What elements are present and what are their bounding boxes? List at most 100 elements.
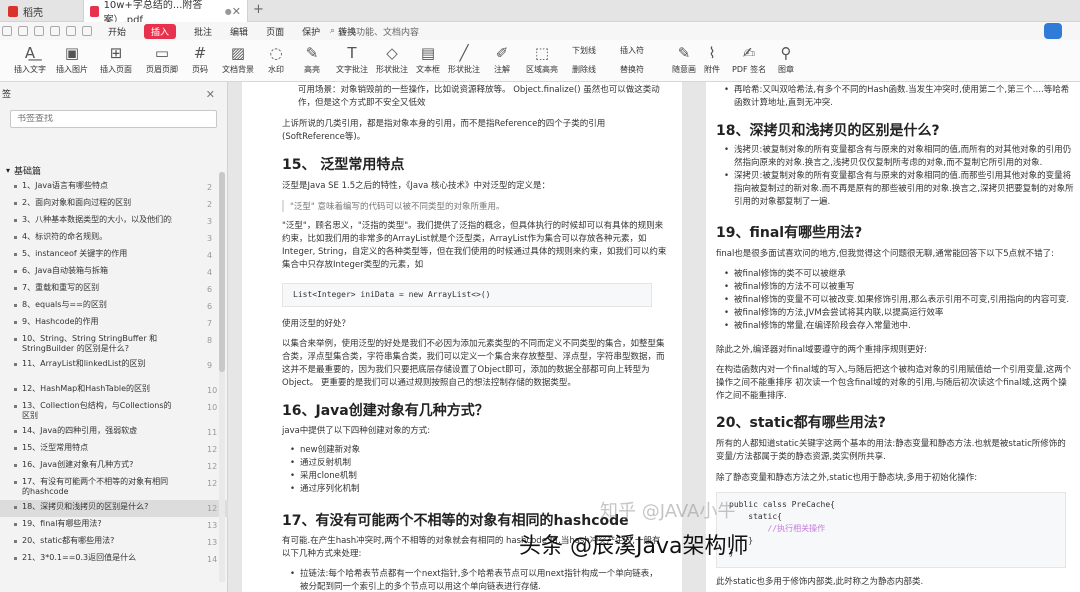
toc-item[interactable]: 3、八种基本数据类型的大小，以及他们的封装类 3 bbox=[0, 213, 228, 230]
watermark-toutiao: 头条 @辰溪Java架构师 bbox=[519, 534, 749, 559]
toc-item-label: 18、深拷贝和浅拷贝的区别是什么? bbox=[22, 502, 149, 511]
toc-item[interactable]: 2、面向对象和面向过程的区别 2 bbox=[0, 196, 228, 213]
bullet-icon bbox=[14, 253, 17, 256]
menu-comment[interactable]: 批注 bbox=[194, 25, 212, 38]
bookmark-search-input[interactable] bbox=[17, 114, 197, 124]
background-button[interactable]: ▨ 文档背景 bbox=[222, 44, 254, 75]
page-number-button[interactable]: # 页码 bbox=[192, 44, 208, 75]
toc-item[interactable]: 4、标识符的命名规则。 3 bbox=[0, 230, 228, 247]
area-highlight-button[interactable]: ⬚ 区域高亮 bbox=[526, 44, 558, 75]
stamp-button[interactable]: ⚲ 图章 bbox=[778, 44, 794, 75]
toc-item-label: 20、static都有哪些用法? bbox=[22, 536, 115, 545]
paragraph: 泛型是Java SE 1.5之后的特性，《Java 核心技术》中对泛型的定义是： bbox=[282, 181, 551, 191]
toc-item[interactable]: 14、Java的四种引用，强弱软虚 11 bbox=[0, 424, 228, 441]
underline-button[interactable]: 下划线 bbox=[572, 43, 596, 56]
bullet-icon bbox=[14, 270, 17, 273]
attachment-button[interactable]: ⌇ 附件 bbox=[704, 44, 720, 75]
toc-item[interactable]: 17、有没有可能两个不相等的对象有相同的hashcode 12 bbox=[0, 475, 228, 500]
replace-button[interactable]: 替换符 bbox=[620, 62, 644, 75]
redo-icon[interactable] bbox=[82, 26, 92, 36]
collapse-icon[interactable]: ▾ bbox=[6, 166, 10, 175]
toc-item[interactable]: 16、Java创建对象有几种方式? 12 bbox=[0, 458, 228, 475]
toc-item[interactable]: 11、ArrayList和linkedList的区别 9 bbox=[0, 357, 228, 382]
header-footer-button[interactable]: ▭ 页眉页脚 bbox=[146, 44, 178, 75]
toc-item[interactable]: 21、3*0.1==0.3返回值是什么 14 bbox=[0, 551, 228, 568]
toc-item[interactable]: 9、Hashcode的作用 7 bbox=[0, 315, 228, 332]
toc-item[interactable]: 13、Collection包结构，与Collections的区别 10 bbox=[0, 399, 228, 424]
text-comment-button[interactable]: T 文字批注 bbox=[336, 44, 368, 75]
insert-text-button[interactable]: A͟ 插入文字 bbox=[14, 44, 46, 75]
toc-item[interactable]: 19、final有哪些用法? 13 bbox=[0, 517, 228, 534]
list-item: 被final修饰的常量,在编译阶段会存入常量池中. bbox=[724, 320, 1074, 333]
insert-image-button[interactable]: ▣ 插入图片 bbox=[56, 44, 88, 75]
toc-root[interactable]: ▾ 基础篇 bbox=[6, 164, 41, 177]
toc-item[interactable]: 1、Java语言有哪些特点 2 bbox=[0, 179, 228, 196]
menu-edit[interactable]: 编辑 bbox=[230, 25, 248, 38]
toc-item-page: 10 bbox=[207, 403, 218, 412]
shape-button[interactable]: ╱ 形状批注 bbox=[448, 44, 480, 75]
toc-item[interactable]: 8、equals与==的区别 6 bbox=[0, 298, 228, 315]
strikethrough-button[interactable]: 删除线 bbox=[572, 62, 596, 75]
textbox-button[interactable]: ▤ 文本框 bbox=[416, 44, 440, 75]
toc-item[interactable]: 12、HashMap和HashTable的区别 10 bbox=[0, 382, 228, 399]
bullet-icon bbox=[14, 236, 17, 239]
paragraph: 所有的人都知道static关键字这两个基本的用法:静态变量和静态方法.也就是被s… bbox=[716, 439, 1066, 462]
watermark-button[interactable]: ◌ 水印 bbox=[268, 44, 284, 75]
bullet-icon bbox=[14, 287, 17, 290]
toc-item-page: 11 bbox=[207, 428, 218, 437]
list-item: 拉链法:每个哈希表节点都有一个next指针,多个哈希表节点可以用next指针构成… bbox=[290, 568, 660, 592]
menu-bar: 开始 插入 批注 编辑 页面 保护 转换 ⌕ 查找功能、文档内容 bbox=[0, 22, 1080, 40]
toc-item[interactable]: 10、String、String StringBuffer 和 StringBu… bbox=[0, 332, 228, 357]
bookmark-search[interactable] bbox=[10, 110, 217, 128]
annotation-button[interactable]: ✐ 注解 bbox=[494, 44, 510, 75]
toc-item-page: 4 bbox=[207, 251, 213, 260]
menu-insert[interactable]: 插入 bbox=[144, 23, 177, 39]
tab-pdf-document[interactable]: 10w+字总结的...附答案）.pdf ● ✕ bbox=[83, 0, 248, 26]
search-icon: ⌕ bbox=[330, 26, 336, 36]
section-heading-19: 19、final有哪些用法? bbox=[716, 225, 863, 241]
toc-item-label: 9、Hashcode的作用 bbox=[22, 317, 99, 326]
print-icon[interactable] bbox=[50, 26, 60, 36]
function-search[interactable]: ⌕ 查找功能、文档内容 bbox=[330, 24, 419, 38]
list-item: 通过反射机制 bbox=[290, 457, 360, 470]
close-icon[interactable]: ✕ bbox=[232, 5, 241, 18]
text-comment-icon: T bbox=[347, 44, 357, 62]
toc-item[interactable]: 18、深拷贝和浅拷贝的区别是什么? 12 bbox=[0, 500, 228, 517]
toc-item-label: 1、Java语言有哪些特点 bbox=[22, 181, 108, 190]
open-icon[interactable] bbox=[18, 26, 28, 36]
insert-page-button[interactable]: ⊞ 插入页面 bbox=[100, 44, 132, 75]
menu-start[interactable]: 开始 bbox=[108, 25, 126, 38]
menu-page[interactable]: 页面 bbox=[266, 25, 284, 38]
tab-daoke[interactable]: 稻壳 bbox=[0, 0, 80, 22]
menu-icon[interactable] bbox=[2, 26, 12, 36]
save-icon[interactable] bbox=[34, 26, 44, 36]
sidebar-scrollbar-thumb[interactable] bbox=[219, 172, 225, 372]
sidebar-title: 签 bbox=[2, 89, 12, 100]
toc-root-label: 基础篇 bbox=[14, 167, 42, 177]
bullet-icon bbox=[14, 506, 17, 509]
toc-item[interactable]: 20、static都有哪些用法? 13 bbox=[0, 534, 228, 551]
toc-item[interactable]: 6、Java自动装箱与拆箱 4 bbox=[0, 264, 228, 281]
bullet-icon bbox=[14, 185, 17, 188]
bullet-icon bbox=[14, 447, 17, 450]
pdf-signature-button[interactable]: ✍ PDF 签名 bbox=[732, 44, 766, 75]
close-icon[interactable]: ✕ bbox=[206, 88, 215, 101]
highlight-button[interactable]: ✎ 高亮 bbox=[304, 44, 320, 75]
new-tab-icon[interactable]: + bbox=[253, 2, 264, 17]
toc-list: 1、Java语言有哪些特点 2 2、面向对象和面向过程的区别 2 3、八种基本数据类型的… bbox=[0, 179, 228, 568]
caret-button[interactable]: 插入符 bbox=[620, 43, 644, 56]
toc-item[interactable]: 7、重载和重写的区别 6 bbox=[0, 281, 228, 298]
code-block: public calss PreCache{ static{ //执行相关操作 … bbox=[716, 492, 1066, 568]
stamp-icon: ⚲ bbox=[780, 44, 792, 62]
undo-icon[interactable] bbox=[66, 26, 76, 36]
code-line: } bbox=[729, 536, 754, 545]
code-block: List<Integer> iniData = new ArrayList<>(… bbox=[282, 283, 652, 307]
freehand-button[interactable]: ✎ 随意画 bbox=[672, 44, 696, 75]
toc-item[interactable]: 15、泛型常用特点 12 bbox=[0, 441, 228, 458]
toc-item-page: 13 bbox=[207, 521, 218, 530]
cloud-icon[interactable] bbox=[1044, 23, 1062, 39]
toc-item[interactable]: 5、instanceof 关键字的作用 4 bbox=[0, 247, 228, 264]
shape-comment-button[interactable]: ◇ 形状批注 bbox=[376, 44, 408, 75]
menu-protect[interactable]: 保护 bbox=[302, 25, 320, 38]
toc-item-label: 19、final有哪些用法? bbox=[22, 519, 102, 528]
